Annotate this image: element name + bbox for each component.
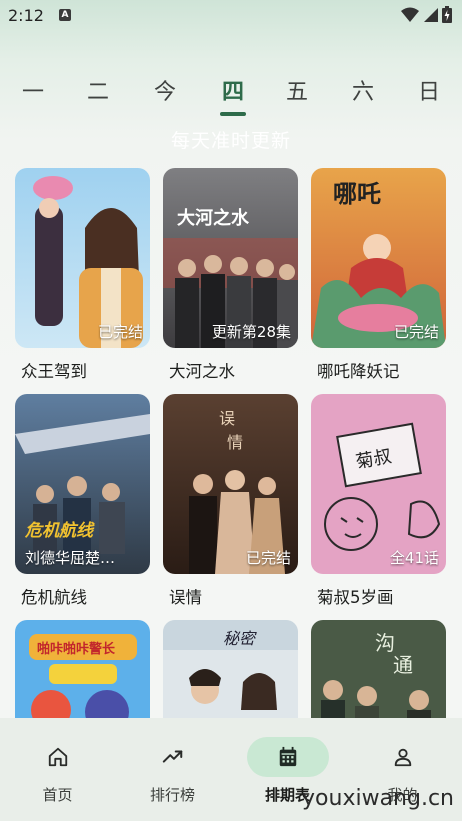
svg-text:大河之水: 大河之水 (177, 207, 250, 229)
show-poster: 已完结 (15, 168, 150, 348)
status-badge: 已完结 (97, 323, 143, 341)
svg-text:情: 情 (227, 433, 243, 452)
show-poster: 危机航线 刘德华屈楚… (15, 394, 150, 574)
show-card[interactable]: 哪吒 已完结 哪吒降妖记 (311, 168, 446, 383)
show-card[interactable]: 啪咔啪咔警长 (15, 620, 150, 800)
show-poster: 大河之水 更新第28集 (163, 168, 298, 348)
svg-text:啪咔啪咔警长: 啪咔啪咔警长 (37, 641, 116, 657)
show-card[interactable]: 危机航线 刘德华屈楚… 危机航线 (15, 394, 150, 609)
wifi-icon (401, 7, 419, 22)
show-card[interactable]: 已完结 众王驾到 (15, 168, 150, 383)
svg-text:沟: 沟 (375, 631, 395, 655)
svg-text:哪吒: 哪吒 (333, 179, 381, 208)
nav-label: 排行榜 (149, 786, 195, 804)
show-card[interactable]: 菊叔 全41话 菊叔5岁画 (311, 394, 446, 609)
active-tab-indicator (220, 112, 246, 116)
nav-home[interactable]: 首页 (0, 718, 115, 821)
svg-text:误: 误 (219, 409, 235, 428)
status-badge: 已完结 (393, 323, 439, 341)
svg-text:秘密: 秘密 (223, 629, 257, 648)
page-subtitle: 每天准时更新 (170, 130, 291, 152)
status-badge: 已完结 (245, 549, 291, 567)
status-time: 2:12 (8, 6, 44, 25)
show-card[interactable]: 误 情 已完结 误情 (163, 394, 298, 609)
show-poster: 误 情 已完结 (163, 394, 298, 574)
show-title: 大河之水 (169, 362, 235, 381)
trending-icon (162, 750, 182, 763)
tab-sunday[interactable]: 日 (409, 74, 449, 106)
watermark: youxiwang.cn (302, 786, 454, 811)
show-title: 菊叔5岁画 (317, 588, 394, 607)
svg-text:通: 通 (393, 653, 413, 677)
show-title: 危机航线 (21, 588, 87, 607)
tab-thursday[interactable]: 四 (213, 74, 253, 106)
tab-saturday[interactable]: 六 (343, 74, 383, 106)
tab-tuesday[interactable]: 二 (78, 74, 118, 106)
status-icons (401, 6, 452, 23)
calendar-icon (279, 746, 296, 767)
show-card[interactable]: 沟 通 (311, 620, 446, 800)
show-poster: 菊叔 全41话 (311, 394, 446, 574)
show-poster: 哪吒 已完结 (311, 168, 446, 348)
home-icon (48, 747, 67, 767)
status-badge: 刘德华屈楚… (25, 549, 116, 567)
show-card[interactable]: 大河之水 更新第28集 大河之水 (163, 168, 298, 383)
tab-today[interactable]: 今 (145, 74, 185, 106)
show-title: 误情 (169, 588, 202, 607)
weekday-tabs: 一 二 今 四 五 六 日 (0, 74, 462, 116)
nav-label: 首页 (42, 786, 73, 804)
show-card[interactable]: 秘密 (163, 620, 298, 800)
tab-monday[interactable]: 一 (13, 74, 53, 106)
battery-icon (442, 6, 452, 23)
status-badge: 更新第28集 (211, 323, 291, 341)
status-bar: 2:12 A (0, 0, 462, 32)
status-badge: 全41话 (389, 549, 439, 567)
person-icon (394, 748, 411, 767)
notification-icon: A (59, 9, 71, 21)
show-title: 哪吒降妖记 (317, 362, 400, 381)
nav-ranking[interactable]: 排行榜 (115, 718, 230, 821)
show-title: 众王驾到 (21, 362, 87, 381)
signal-icon (424, 7, 438, 22)
svg-text:危机航线: 危机航线 (24, 521, 95, 541)
tab-friday[interactable]: 五 (277, 74, 317, 106)
